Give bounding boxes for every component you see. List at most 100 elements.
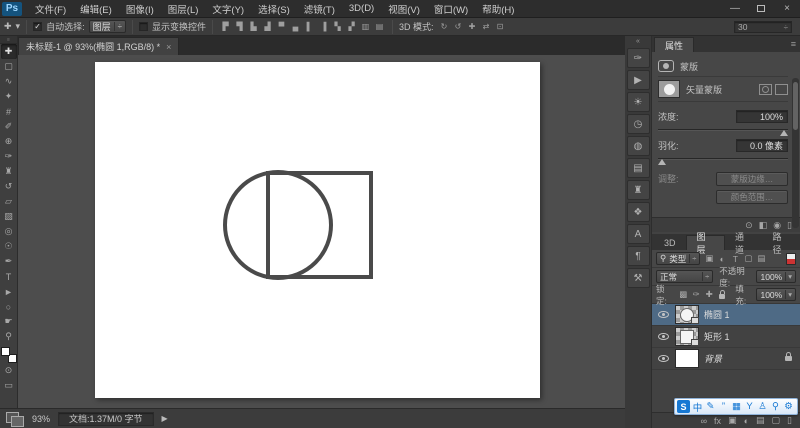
- type-tool[interactable]: T: [1, 269, 17, 284]
- filter-switch[interactable]: [786, 252, 796, 265]
- status-options-arrow[interactable]: ▶: [162, 414, 168, 423]
- menu-item[interactable]: 视图(V): [381, 2, 427, 16]
- document-canvas[interactable]: [95, 62, 540, 398]
- tab-layers[interactable]: 图层: [685, 232, 726, 255]
- distribute-vertical-centers-icon[interactable]: ▐: [317, 20, 330, 33]
- color-swatches[interactable]: [0, 347, 17, 363]
- ime-account-icon[interactable]: ♙: [757, 400, 768, 413]
- lock-transparent-pixels-icon[interactable]: ▩: [677, 289, 689, 301]
- menu-item[interactable]: 图层(L): [161, 2, 206, 16]
- history-brush-tool[interactable]: ↺: [1, 179, 17, 194]
- zoom-tool[interactable]: ⚲: [1, 329, 17, 344]
- navigator-panel-icon[interactable]: ▤: [626, 158, 650, 178]
- apply-mask-icon[interactable]: ◧: [759, 220, 768, 231]
- density-slider-thumb[interactable]: [780, 130, 788, 136]
- crop-tool[interactable]: #: [1, 104, 17, 119]
- lock-all-icon[interactable]: [719, 289, 726, 299]
- layer-row-background[interactable]: 背景: [652, 348, 800, 370]
- 3d-slide-icon[interactable]: ⇄: [480, 20, 493, 33]
- align-horizontal-centers-icon[interactable]: ▀: [275, 20, 288, 33]
- visibility-toggle[interactable]: [656, 311, 670, 318]
- add-layer-mask-icon[interactable]: ▣: [728, 415, 737, 426]
- ime-toolbox-icon[interactable]: ⚙: [783, 400, 794, 413]
- quick-selection-tool[interactable]: ✦: [1, 89, 17, 104]
- adjustment-layer-icon[interactable]: ◐: [744, 416, 749, 426]
- restore-button[interactable]: [748, 0, 774, 17]
- menu-item[interactable]: 滤镜(T): [297, 2, 342, 16]
- filter-smart-objects-icon[interactable]: ▤: [755, 253, 767, 265]
- arrange-documents-icon[interactable]: [6, 412, 24, 427]
- brush-presets-panel-icon[interactable]: ✑: [626, 48, 650, 68]
- tool-presets-panel-icon[interactable]: ⚒: [626, 268, 650, 288]
- ellipse-shape[interactable]: [223, 170, 333, 280]
- ime-search-icon[interactable]: ⚲: [770, 400, 781, 413]
- layer-thumbnail[interactable]: [675, 349, 699, 368]
- align-bottom-edges-icon[interactable]: ▙: [247, 20, 260, 33]
- filter-pixel-layers-icon[interactable]: ▣: [703, 253, 715, 265]
- brush-tool[interactable]: ✑: [1, 149, 17, 164]
- mask-thumbnail[interactable]: [658, 80, 680, 98]
- path-selection-tool[interactable]: ►: [1, 284, 17, 299]
- options-value-field[interactable]: 30 ÷: [734, 21, 792, 33]
- tab-properties[interactable]: 属性: [654, 37, 695, 52]
- foreground-color-swatch[interactable]: [0, 347, 10, 356]
- tab-channels[interactable]: 通道: [725, 232, 763, 255]
- feather-value[interactable]: 0.0 像素: [736, 139, 788, 152]
- eraser-tool[interactable]: ▱: [1, 194, 17, 209]
- spot-healing-brush-tool[interactable]: ⊕: [1, 134, 17, 149]
- history-panel-icon[interactable]: ◷: [626, 114, 650, 134]
- tool-preset-arrow-icon[interactable]: ▾: [16, 21, 21, 32]
- mask-edge-button[interactable]: 蒙版边缘…: [716, 172, 788, 186]
- delete-layer-icon[interactable]: ▯: [787, 415, 792, 426]
- distribute-right-edges-icon[interactable]: ▤: [373, 20, 386, 33]
- fill-field[interactable]: 100% ▾: [756, 288, 796, 301]
- blur-tool[interactable]: ◎: [1, 224, 17, 239]
- pen-tool[interactable]: ✒: [1, 254, 17, 269]
- feather-slider[interactable]: [658, 158, 788, 165]
- filter-type-dropdown[interactable]: ⚲ 类型 ÷: [656, 252, 701, 265]
- distribute-top-edges-icon[interactable]: ▌: [303, 20, 316, 33]
- distribute-horizontal-centers-icon[interactable]: ▥: [359, 20, 372, 33]
- layer-name[interactable]: 椭圆 1: [704, 308, 730, 321]
- minimize-button[interactable]: —: [722, 0, 748, 17]
- 3d-scale-icon[interactable]: ⊡: [494, 20, 507, 33]
- tab-close-icon[interactable]: ×: [166, 42, 171, 52]
- menu-item[interactable]: 图像(I): [119, 2, 161, 16]
- panel-menu-icon[interactable]: ≡: [791, 39, 796, 49]
- color-range-button[interactable]: 颜色范围…: [716, 190, 788, 204]
- show-transform-checkbox[interactable]: [139, 22, 148, 31]
- eyedropper-tool[interactable]: ✐: [1, 119, 17, 134]
- 3d-rotate-icon[interactable]: ↻: [438, 20, 451, 33]
- distribute-bottom-edges-icon[interactable]: ▚: [331, 20, 344, 33]
- layer-name[interactable]: 矩形 1: [704, 330, 730, 343]
- ime-logo-icon[interactable]: S: [677, 400, 690, 413]
- character-panel-icon[interactable]: A: [626, 224, 650, 244]
- distribute-left-edges-icon[interactable]: ▞: [345, 20, 358, 33]
- move-tool[interactable]: ✚: [0, 44, 17, 59]
- paragraph-panel-icon[interactable]: ¶: [626, 246, 650, 266]
- menu-item[interactable]: 窗口(W): [427, 2, 475, 16]
- menu-item[interactable]: 编辑(E): [73, 2, 119, 16]
- lasso-tool[interactable]: ∿: [1, 74, 17, 89]
- layer-name[interactable]: 背景: [704, 352, 722, 365]
- tab-3d[interactable]: 3D: [654, 235, 686, 250]
- styles-panel-icon[interactable]: ☀: [626, 92, 650, 112]
- marquee-tool[interactable]: ▢: [1, 59, 17, 74]
- filter-shape-layers-icon[interactable]: ▢: [742, 253, 754, 265]
- ime-emoji-icon[interactable]: ▦: [731, 400, 742, 413]
- gradient-tool[interactable]: ▨: [1, 209, 17, 224]
- menu-item[interactable]: 帮助(H): [475, 2, 521, 16]
- layer-thumbnail[interactable]: [675, 305, 699, 324]
- ellipse-tool[interactable]: ○: [1, 299, 17, 314]
- align-top-edges-icon[interactable]: ▛: [219, 20, 232, 33]
- visibility-toggle[interactable]: [656, 333, 670, 340]
- blend-mode-dropdown[interactable]: 正常 ÷: [656, 270, 714, 283]
- menu-item[interactable]: 文件(F): [28, 2, 73, 16]
- quick-mask-button[interactable]: ⊙: [1, 363, 17, 378]
- 3d-roll-icon[interactable]: ↺: [452, 20, 465, 33]
- link-layers-icon[interactable]: ∞: [701, 416, 707, 426]
- hand-tool[interactable]: ☛: [1, 314, 17, 329]
- menu-item[interactable]: 3D(D): [342, 3, 381, 14]
- add-pixel-mask-button[interactable]: [759, 83, 772, 95]
- rectangle-shape[interactable]: [266, 171, 373, 279]
